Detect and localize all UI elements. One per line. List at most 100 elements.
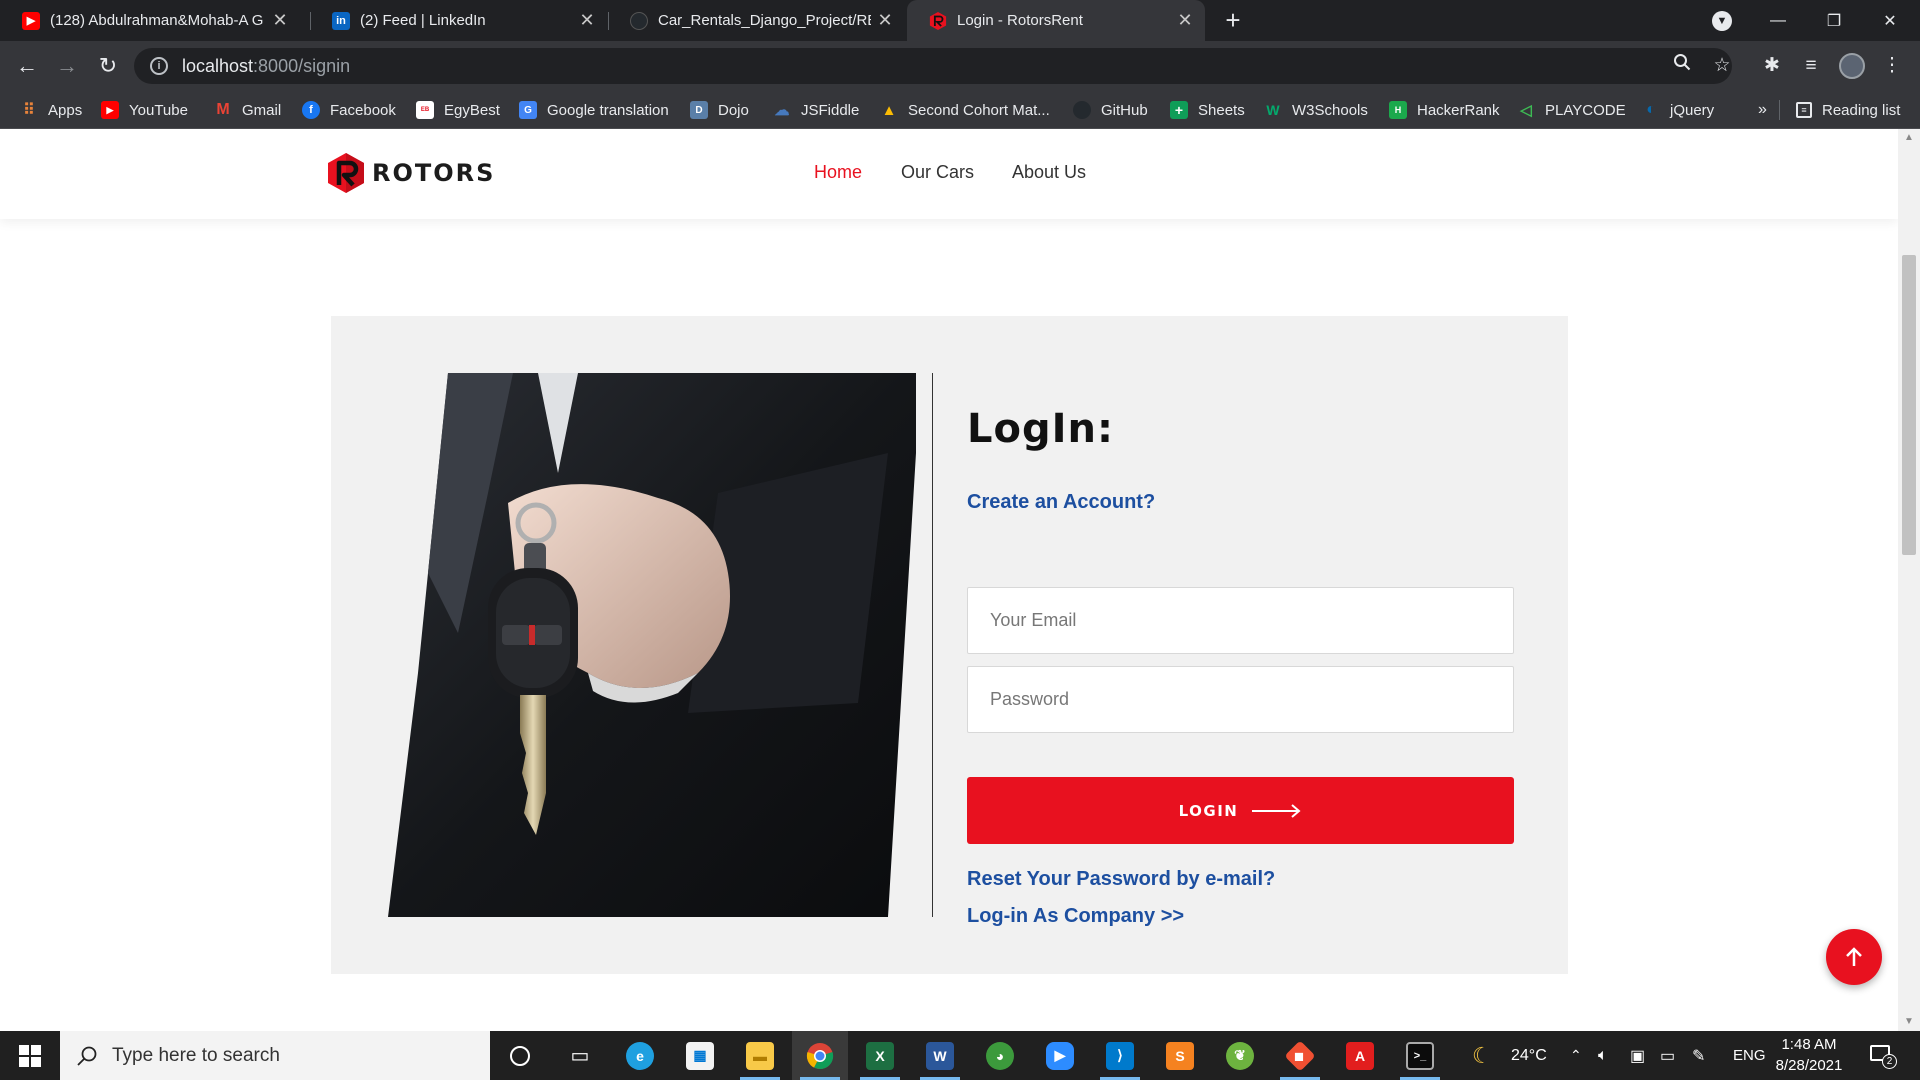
forward-arrow-icon[interactable]: → [53, 52, 81, 80]
bookmark-facebook[interactable]: f Facebook [302, 99, 396, 121]
taskbar-search-box[interactable]: Type here to search [60, 1031, 490, 1080]
scroll-down-arrow-icon[interactable]: ▼ [1898, 1013, 1920, 1031]
meet-now-icon[interactable]: ▣ [1630, 1031, 1645, 1080]
store-icon[interactable]: ▦ [672, 1031, 728, 1080]
login-button[interactable]: LOGIN [967, 777, 1514, 844]
scroll-up-arrow-icon[interactable]: ▲ [1898, 129, 1920, 147]
reading-list-button[interactable]: ≡ Reading list [1796, 99, 1900, 121]
tab-github[interactable]: Car_Rentals_Django_Project/REAI ✕ [608, 0, 905, 41]
google-translate-icon: G [519, 101, 537, 119]
bookmark-playcode[interactable]: ◁ PLAYCODE [1517, 99, 1625, 121]
login-panel: LogIn: Create an Account? LOGIN Reset Yo… [331, 316, 1568, 974]
page-scrollbar[interactable]: ▲ ▼ [1898, 129, 1920, 1031]
volume-icon[interactable]: 🔈︎ [1598, 1031, 1608, 1080]
bookmark-dojo[interactable]: D Dojo [690, 99, 749, 121]
bookmark-label: YouTube [129, 101, 188, 119]
bookmark-star-icon[interactable]: ☆ [1708, 52, 1736, 80]
site-info-icon[interactable]: i [150, 57, 168, 75]
bookmark-jsfiddle[interactable]: ☁ JSFiddle [773, 99, 860, 121]
bookmark-hackerrank[interactable]: H HackerRank [1389, 99, 1500, 121]
window-close-icon[interactable]: ✕ [1862, 0, 1918, 41]
bookmark-google-translation[interactable]: G Google translation [519, 99, 669, 121]
notification-center[interactable]: 2 [1870, 1031, 1897, 1080]
scrollbar-thumb[interactable] [1902, 255, 1916, 555]
cortana-icon[interactable] [492, 1031, 548, 1080]
tab-rotors-login[interactable]: Login - RotorsRent ✕ [907, 0, 1205, 41]
youtube-icon: ▶ [22, 11, 40, 30]
git-icon[interactable]: ◆ [1272, 1031, 1328, 1080]
bookmark-second-cohort[interactable]: ▲ Second Cohort Mat... [880, 99, 1050, 121]
excel-icon[interactable]: X [852, 1031, 908, 1080]
close-icon[interactable]: ✕ [877, 10, 893, 31]
bookmark-egybest[interactable]: EB EgyBest [416, 99, 500, 121]
url-text[interactable]: localhost:8000/signin [182, 56, 350, 77]
bookmark-youtube[interactable]: ▶ YouTube [101, 99, 188, 121]
back-arrow-icon[interactable]: ← [13, 52, 41, 80]
email-field[interactable] [967, 587, 1514, 654]
panel-divider [932, 373, 933, 917]
url-path: :8000/signin [253, 55, 351, 76]
reading-list-icon: ≡ [1796, 102, 1812, 118]
taskbar-clock[interactable]: 1:48 AM 8/28/2021 [1762, 1034, 1856, 1076]
github-icon [1073, 101, 1091, 119]
pen-workspace-icon[interactable]: ✎ [1692, 1031, 1705, 1080]
tab-youtube[interactable]: ▶ (128) Abdulrahman&Mohab-A G ✕ [0, 0, 300, 41]
nav-our-cars[interactable]: Our Cars [901, 162, 974, 183]
weather-temp[interactable]: 24°C [1511, 1031, 1547, 1080]
back-to-top-button[interactable] [1826, 929, 1882, 985]
profile-avatar[interactable] [1838, 52, 1866, 80]
bookmark-github[interactable]: GitHub [1073, 99, 1148, 121]
create-account-link[interactable]: Create an Account? [967, 491, 1155, 514]
weather-moon-icon[interactable]: ☾ [1472, 1031, 1492, 1080]
start-button[interactable] [0, 1031, 60, 1080]
close-icon[interactable]: ✕ [272, 10, 288, 31]
tray-chevron-up-icon[interactable]: ⌃ [1570, 1031, 1582, 1080]
media-control-icon[interactable]: ≡ [1797, 52, 1825, 80]
tab-search-icon[interactable]: ▼ [1694, 0, 1750, 41]
spring-tool-icon[interactable]: ❦ [1212, 1031, 1268, 1080]
nav-about-us[interactable]: About Us [1012, 162, 1086, 183]
terminal-icon[interactable]: >_ [1392, 1031, 1448, 1080]
sublime-text-icon[interactable]: S [1152, 1031, 1208, 1080]
restore-icon[interactable]: ❐ [1806, 0, 1862, 41]
bookmark-label: GitHub [1101, 101, 1148, 119]
dojo-icon: D [690, 101, 708, 119]
bookmark-gmail[interactable]: M Gmail [214, 99, 281, 121]
vscode-icon[interactable]: ⟩ [1092, 1031, 1148, 1080]
reset-password-link[interactable]: Reset Your Password by e-mail? [967, 868, 1275, 891]
minimize-icon[interactable]: — [1750, 0, 1806, 41]
file-explorer-icon[interactable]: ▬ [732, 1031, 788, 1080]
word-icon[interactable]: W [912, 1031, 968, 1080]
zoom-app-icon[interactable]: ▶ [1032, 1031, 1088, 1080]
nav-home[interactable]: Home [814, 162, 862, 183]
tab-title: Car_Rentals_Django_Project/REAI [658, 12, 871, 29]
new-tab-button[interactable]: + [1220, 7, 1246, 34]
site-logo[interactable]: ROTORS [328, 153, 495, 193]
language-indicator[interactable]: ENG [1733, 1031, 1766, 1080]
bookmark-w3schools[interactable]: W W3Schools [1264, 99, 1367, 121]
bookmark-jquery[interactable]: ◐ jQuery [1642, 99, 1714, 121]
bookmark-label: Gmail [242, 101, 282, 119]
bookmark-label: Sheets [1198, 101, 1245, 119]
task-view-icon[interactable]: ▭ [552, 1031, 608, 1080]
edge-icon[interactable]: e [612, 1031, 668, 1080]
acrobat-icon[interactable]: A [1332, 1031, 1388, 1080]
battery-icon[interactable]: ▭ [1660, 1031, 1675, 1080]
company-login-link[interactable]: Log-in As Company >> [967, 905, 1184, 928]
site-header: ROTORS Home Our Cars About Us [0, 129, 1898, 219]
zoom-icon[interactable] [1668, 52, 1696, 80]
address-bar[interactable]: i localhost:8000/signin [134, 48, 1732, 84]
bookmark-apps[interactable]: ⠿ Apps [20, 99, 82, 121]
paint-icon[interactable]: ◕ [972, 1031, 1028, 1080]
password-field[interactable] [967, 666, 1514, 733]
more-bookmarks-button[interactable]: » [1758, 99, 1767, 121]
chrome-icon[interactable] [792, 1031, 848, 1080]
reload-icon[interactable]: ↻ [94, 52, 122, 80]
extensions-icon[interactable]: ✱ [1758, 52, 1786, 80]
close-icon[interactable]: ✕ [1177, 10, 1193, 31]
clock-time: 1:48 AM [1781, 1036, 1837, 1053]
close-icon[interactable]: ✕ [579, 10, 595, 31]
chrome-menu-icon[interactable]: ⋮ [1878, 52, 1906, 80]
bookmark-sheets[interactable]: + Sheets [1170, 99, 1245, 121]
tab-linkedin[interactable]: in (2) Feed | LinkedIn ✕ [310, 0, 607, 41]
